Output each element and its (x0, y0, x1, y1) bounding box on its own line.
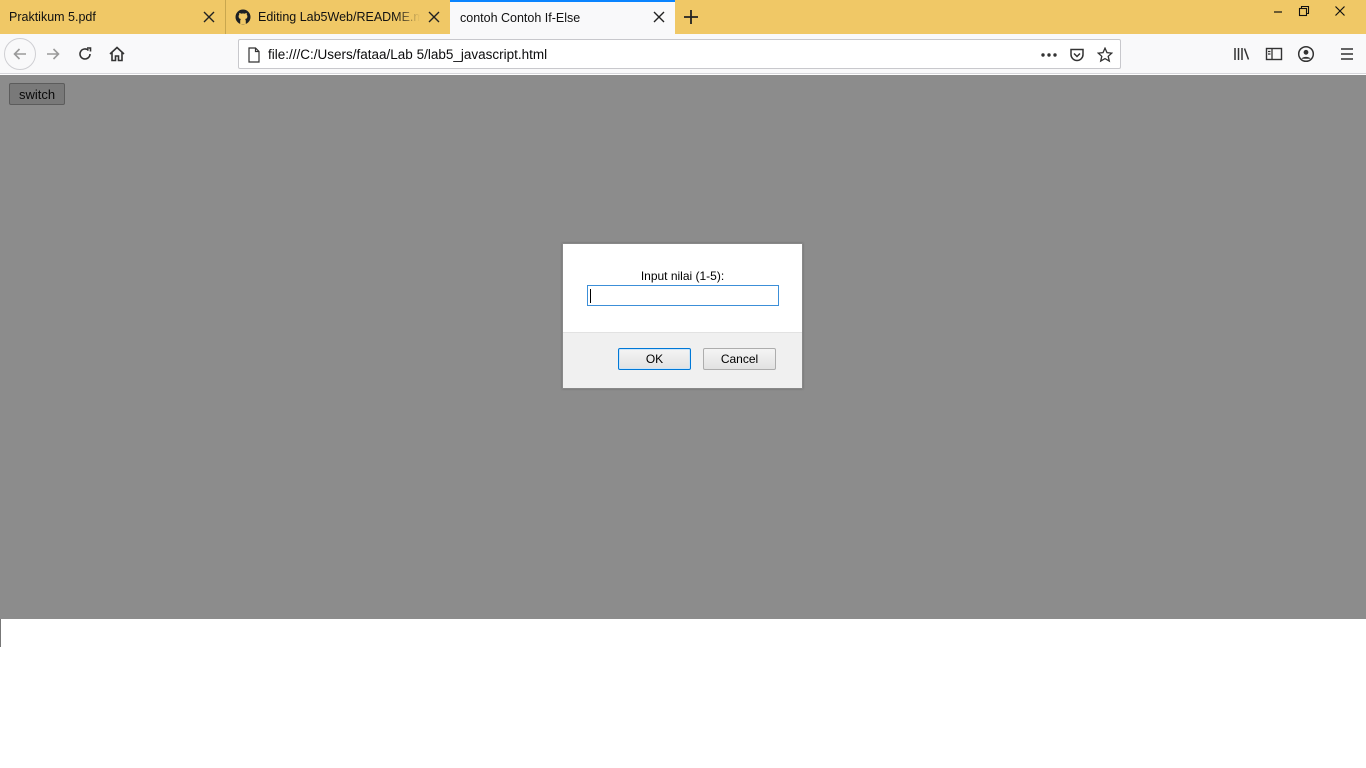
restore-button[interactable] (1290, 0, 1318, 22)
ok-button[interactable]: OK (618, 348, 691, 370)
page-content: switch Input nilai (1-5): OK Cancel (0, 75, 1366, 768)
prompt-dialog: Input nilai (1-5): OK Cancel (562, 243, 803, 389)
close-icon[interactable] (652, 10, 666, 24)
dialog-body: Input nilai (1-5): (563, 244, 802, 332)
text-caret (590, 289, 591, 303)
tab-praktikum-pdf[interactable]: Praktikum 5.pdf (0, 0, 225, 34)
tab-bar: Praktikum 5.pdf Editing Lab5Web/README.m… (0, 0, 1366, 34)
page-actions-icon[interactable] (1040, 46, 1058, 64)
home-button[interactable] (101, 38, 133, 70)
tab-title: Praktikum 5.pdf (9, 10, 96, 24)
close-window-button[interactable] (1326, 0, 1354, 22)
account-icon[interactable] (1290, 38, 1322, 70)
menu-icon[interactable] (1331, 38, 1363, 70)
prompt-input[interactable] (587, 285, 779, 306)
page-icon[interactable] (245, 46, 263, 64)
navigation-toolbar: file:///C:/Users/fataa/Lab 5/lab5_javasc… (0, 34, 1366, 74)
tab-contoh-if-else[interactable]: contoh Contoh If-Else (450, 0, 675, 34)
modal-overlay: Input nilai (1-5): OK Cancel (0, 75, 1366, 619)
tab-title: contoh Contoh If-Else (460, 11, 581, 25)
dialog-message: Input nilai (1-5): (640, 269, 725, 283)
github-icon (235, 9, 251, 25)
close-icon[interactable] (202, 10, 216, 24)
forward-button[interactable] (37, 38, 69, 70)
sidebar-icon[interactable] (1258, 38, 1290, 70)
reload-button[interactable] (69, 38, 101, 70)
tab-editing-readme[interactable]: Editing Lab5Web/README.md (225, 0, 450, 34)
new-tab-button[interactable] (680, 6, 702, 28)
bookmark-star-icon[interactable] (1096, 46, 1114, 64)
back-button[interactable] (4, 38, 36, 70)
cancel-button[interactable]: Cancel (703, 348, 776, 370)
divider (0, 619, 1, 647)
pocket-icon[interactable] (1068, 46, 1086, 64)
close-icon[interactable] (427, 10, 441, 24)
dialog-footer: OK Cancel (563, 332, 802, 388)
minimize-button[interactable] (1264, 0, 1292, 22)
tab-title: Editing Lab5Web/README.md (258, 10, 420, 24)
url-text[interactable]: file:///C:/Users/fataa/Lab 5/lab5_javasc… (268, 47, 547, 62)
library-icon[interactable] (1226, 38, 1258, 70)
url-bar[interactable]: file:///C:/Users/fataa/Lab 5/lab5_javasc… (238, 39, 1121, 69)
